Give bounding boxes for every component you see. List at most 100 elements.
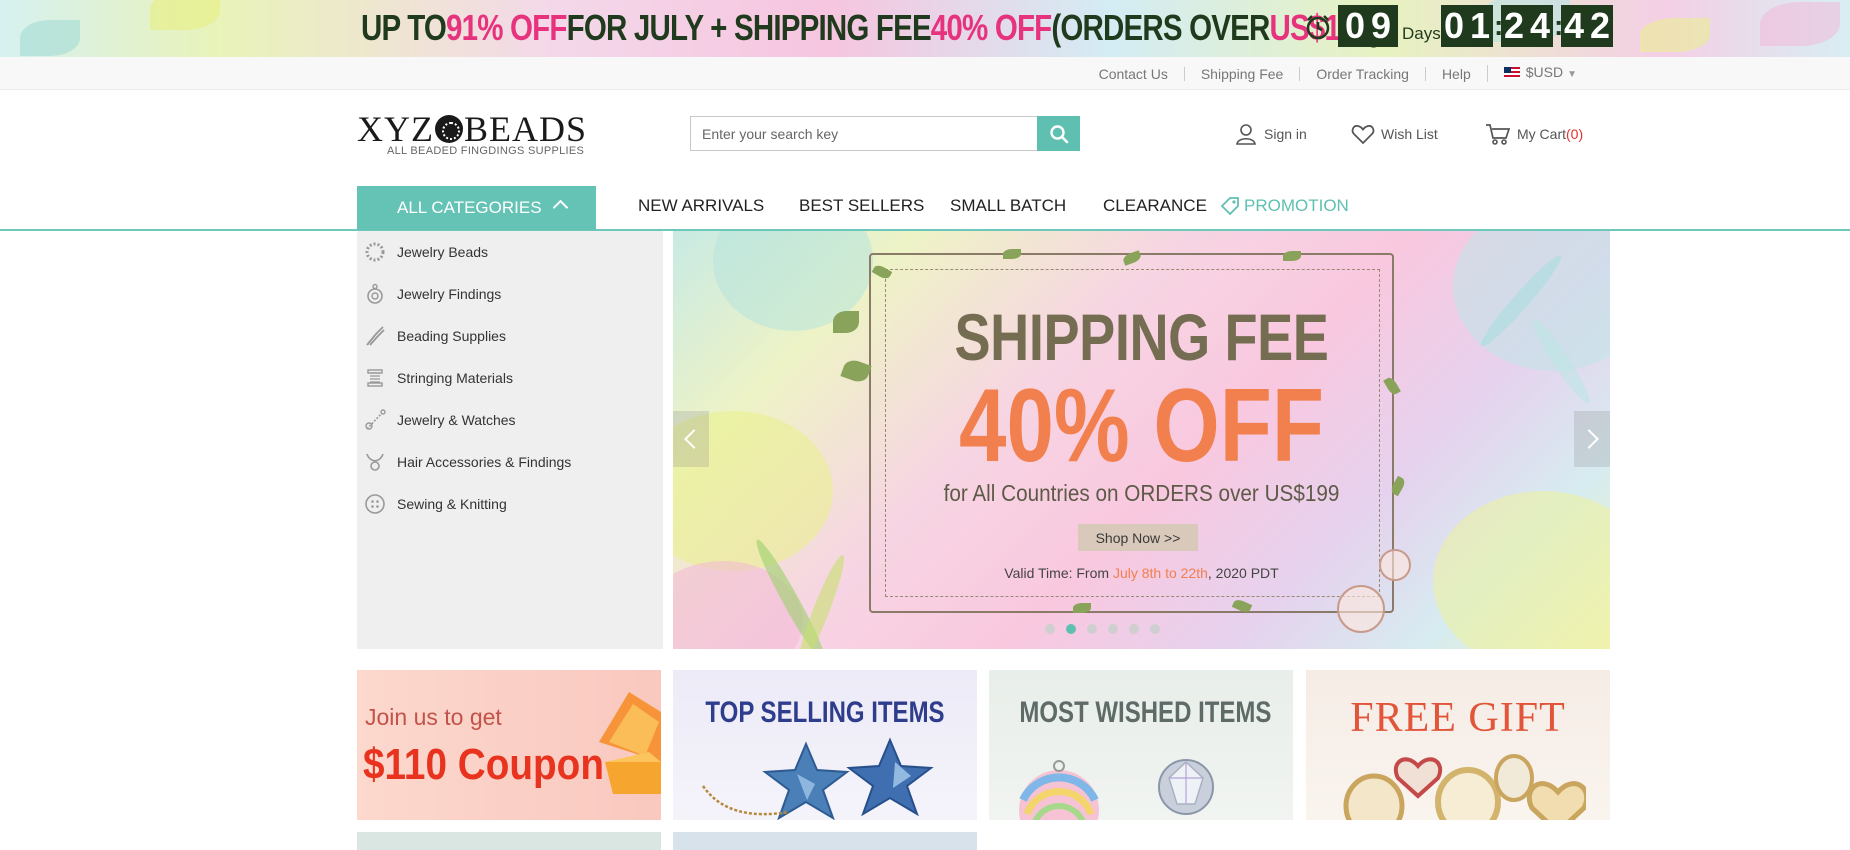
button-charm-decoration bbox=[1337, 585, 1385, 633]
all-categories-toggle[interactable]: ALL CATEGORIES bbox=[357, 186, 596, 230]
crystal-rhinestone-icon bbox=[1158, 759, 1214, 815]
cart-button[interactable]: My Cart (0) bbox=[1485, 122, 1583, 146]
carousel-dot[interactable] bbox=[1045, 624, 1055, 634]
carousel-next-button[interactable] bbox=[1574, 411, 1610, 467]
hero-subtitle: for All Countries on ORDERS over US$199 bbox=[943, 480, 1340, 506]
promo-text-part1: UP TO bbox=[361, 7, 447, 48]
button-icon bbox=[363, 492, 387, 516]
leaf-decoration bbox=[20, 20, 80, 56]
sign-in-button[interactable]: Sign in bbox=[1234, 122, 1307, 146]
site-logo[interactable]: XYZ BEADS ALL BEADED FINGDINGS SUPPLIES bbox=[357, 110, 597, 160]
category-jewelry-beads[interactable]: Jewelry Beads bbox=[363, 237, 488, 267]
search-input[interactable] bbox=[691, 117, 1038, 150]
nav-promotion[interactable]: PROMOTION bbox=[1220, 196, 1349, 216]
category-jewelry-findings[interactable]: Jewelry Findings bbox=[363, 279, 501, 309]
utility-links: Contact Us Shipping Fee Order Tracking H… bbox=[1083, 57, 1593, 90]
promo-banner[interactable]: UP TO 91% OFF FOR JULY + SHIPPING FEE 40… bbox=[0, 0, 1850, 57]
cart-count-badge: (0) bbox=[1566, 126, 1584, 142]
category-sewing-knitting[interactable]: Sewing & Knitting bbox=[363, 489, 507, 519]
most-wished-tile[interactable]: MOST WISHED ITEMS bbox=[989, 670, 1293, 820]
us-flag-icon bbox=[1503, 67, 1520, 78]
order-tracking-link[interactable]: Order Tracking bbox=[1299, 66, 1425, 81]
cart-label: My Cart bbox=[1517, 126, 1566, 142]
promo-headline: UP TO 91% OFF FOR JULY + SHIPPING FEE 40… bbox=[361, 6, 1381, 50]
free-gift-tile[interactable]: FREE GIFT bbox=[1306, 670, 1610, 820]
promo-tile-row-2[interactable] bbox=[673, 832, 977, 850]
nav-promotion-label: PROMOTION bbox=[1244, 196, 1349, 215]
hair-clip-icon bbox=[363, 450, 387, 474]
leaf-decoration bbox=[1640, 18, 1710, 52]
user-icon bbox=[1236, 124, 1256, 145]
alarm-clock-icon bbox=[1306, 15, 1330, 40]
valid-prefix: Valid Time: From bbox=[1004, 565, 1113, 581]
help-link[interactable]: Help bbox=[1424, 66, 1487, 81]
charm-pendant-icon bbox=[363, 282, 387, 306]
logo-text-left: XYZ bbox=[357, 109, 434, 149]
carousel-dot[interactable] bbox=[1066, 624, 1076, 634]
price-tag-icon bbox=[1220, 197, 1239, 216]
category-stringing-materials[interactable]: Stringing Materials bbox=[363, 363, 513, 393]
category-hair-accessories[interactable]: Hair Accessories & Findings bbox=[363, 447, 571, 477]
countdown-minutes: 24 bbox=[1501, 5, 1553, 47]
utility-bar: Contact Us Shipping Fee Order Tracking H… bbox=[0, 57, 1850, 90]
nav-new-arrivals[interactable]: NEW ARRIVALS bbox=[638, 196, 764, 216]
valid-dates: July 8th to 22th bbox=[1112, 565, 1208, 581]
chain-icon bbox=[701, 785, 790, 816]
all-categories-label: ALL CATEGORIES bbox=[397, 198, 542, 217]
carousel-dots bbox=[1045, 624, 1171, 634]
logo-bead-icon bbox=[435, 115, 463, 143]
category-label: Stringing Materials bbox=[397, 370, 513, 386]
search-icon bbox=[1049, 124, 1068, 143]
currency-selector[interactable]: $USD ▼ bbox=[1486, 65, 1593, 82]
category-menu: Jewelry Beads Jewelry Findings Beading S… bbox=[357, 231, 663, 649]
search-button[interactable] bbox=[1037, 116, 1080, 151]
sign-in-label: Sign in bbox=[1264, 126, 1307, 142]
carousel-prev-button[interactable] bbox=[673, 411, 709, 467]
promo-tile-row-2[interactable] bbox=[357, 832, 661, 850]
shopping-cart-icon bbox=[1486, 124, 1511, 145]
category-label: Jewelry Findings bbox=[397, 286, 502, 302]
top-selling-tile[interactable]: TOP SELLING ITEMS bbox=[673, 670, 977, 820]
carousel-dot[interactable] bbox=[1150, 624, 1160, 634]
carousel-dot[interactable] bbox=[1087, 624, 1097, 634]
lollipop-charm-icon bbox=[1019, 760, 1099, 820]
vine-leaf-decoration bbox=[1003, 249, 1021, 259]
coupon-join-text: Join us to get bbox=[365, 704, 502, 730]
hero-title: SHIPPING FEE bbox=[954, 300, 1329, 374]
chevron-left-icon bbox=[684, 429, 704, 449]
promo-text-part3: (ORDERS OVER bbox=[1051, 7, 1270, 48]
promo-shipping-discount: 40% OFF bbox=[930, 7, 1052, 48]
hero-banner[interactable]: SHIPPING FEE 40% OFF for All Countries o… bbox=[673, 231, 1610, 649]
promo-discount: 91% OFF bbox=[446, 7, 567, 48]
nav-small-batch[interactable]: SMALL BATCH bbox=[950, 196, 1066, 216]
category-jewelry-watches[interactable]: Jewelry & Watches bbox=[363, 405, 516, 435]
vine-leaf-decoration bbox=[1073, 603, 1091, 613]
search-field bbox=[690, 116, 1038, 151]
carousel-dot[interactable] bbox=[1108, 624, 1118, 634]
category-label: Hair Accessories & Findings bbox=[397, 454, 572, 470]
free-gift-title: FREE GIFT bbox=[1350, 695, 1566, 741]
category-label: Sewing & Knitting bbox=[397, 496, 507, 512]
category-label: Jewelry Beads bbox=[397, 244, 489, 260]
coupon-tile[interactable]: Join us to get $110 Coupon bbox=[357, 670, 661, 820]
chevron-right-icon bbox=[1579, 429, 1599, 449]
contact-us-link[interactable]: Contact Us bbox=[1083, 67, 1184, 81]
category-beading-supplies[interactable]: Beading Supplies bbox=[363, 321, 506, 351]
countdown-days-label: Days bbox=[1402, 24, 1441, 43]
shipping-fee-link[interactable]: Shipping Fee bbox=[1183, 66, 1300, 81]
chevron-up-icon bbox=[552, 199, 569, 216]
wish-list-button[interactable]: Wish List bbox=[1351, 122, 1438, 146]
valid-suffix: , 2020 PDT bbox=[1207, 565, 1279, 581]
promo-text-part2: FOR JULY + SHIPPING FEE bbox=[566, 7, 932, 48]
hero-discount: 40% OFF bbox=[959, 368, 1324, 484]
nav-clearance[interactable]: CLEARANCE bbox=[1103, 196, 1207, 216]
pliers-icon bbox=[363, 324, 387, 348]
vine-leaf-decoration bbox=[1283, 251, 1301, 261]
bead-ring-icon bbox=[363, 240, 387, 264]
carousel-dot[interactable] bbox=[1129, 624, 1139, 634]
nav-best-sellers[interactable]: BEST SELLERS bbox=[799, 196, 924, 216]
leaf-decoration bbox=[1760, 2, 1840, 46]
shop-now-button[interactable]: Shop Now >> bbox=[1078, 524, 1198, 551]
hero-valid-time: Valid Time: From July 8th to 22th, 2020 … bbox=[673, 565, 1610, 581]
leaf-decoration bbox=[150, 0, 220, 30]
